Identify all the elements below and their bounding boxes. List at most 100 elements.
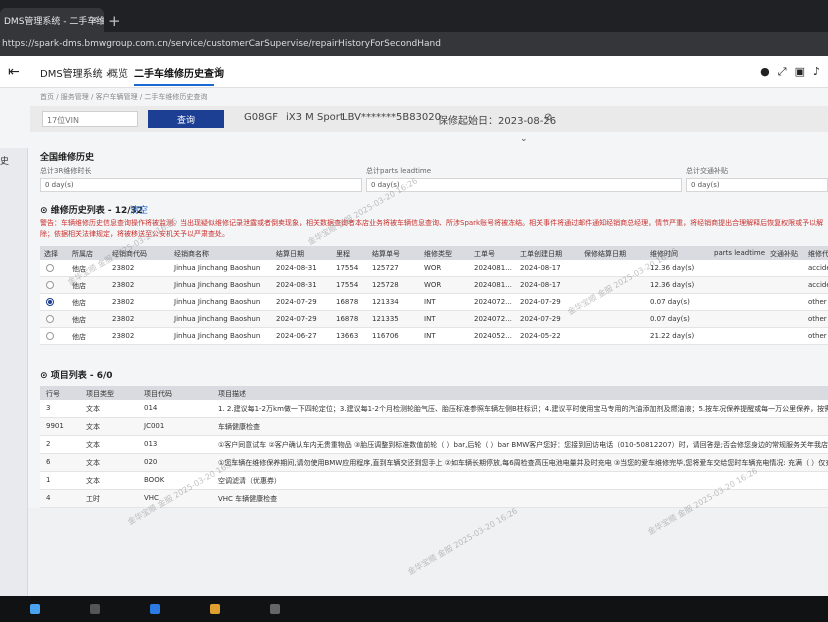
task-view-icon[interactable] [90, 604, 100, 614]
item-type: 工时 [86, 495, 100, 503]
vin-masked: LBV*******5B83020 [342, 112, 441, 123]
table-row[interactable]: 4 工时 VHC VHC 车辆健康检查 [40, 490, 828, 508]
row-dealer-code: 23802 [112, 298, 135, 306]
windows-start-icon[interactable] [30, 604, 40, 614]
table-row[interactable]: 1 文本 BOOK 空调滤清（优惠券） [40, 472, 828, 490]
row-dealer-name: Jinhua Jinchang Baoshun [174, 332, 261, 340]
row-repair-time: 0.07 day(s) [650, 298, 690, 306]
item-code: BOOK [144, 476, 165, 484]
warranty-start: 保修起始日：2023-08-26 [438, 116, 557, 127]
col-repair-time[interactable]: 维修时间 [650, 249, 678, 259]
row-dealer-name: Jinhua Jinchang Baoshun [174, 264, 261, 272]
collapse-menu-icon[interactable]: ⇤ [8, 64, 20, 80]
col-dealer-code[interactable]: 经销商代码 [112, 249, 147, 259]
col-repair-type[interactable]: 维修类型 [424, 249, 452, 259]
book-icon[interactable]: ▣ [795, 65, 805, 79]
folder-taskbar-icon[interactable] [210, 604, 220, 614]
col-mileage[interactable]: 里程 [336, 249, 350, 259]
col-wo-date[interactable]: 工单创建日期 [520, 249, 562, 259]
row-repair-time: 12.36 day(s) [650, 281, 695, 289]
breadcrumb: 首页 / 服务管理 / 客户车辆管理 / 二手车维修历史查询 [40, 93, 208, 101]
tab-repair-history[interactable]: 二手车维修历史查询 [134, 65, 224, 80]
stat-label-subsidy: 总计交通补贴 [686, 167, 728, 175]
table-row[interactable]: 他店 23802 Jinhua Jinchang Baoshun 2024-08-31… [40, 260, 828, 277]
row-repair-type: INT [424, 298, 436, 306]
col-subsidy[interactable]: 交通补贴 [770, 249, 798, 259]
app-taskbar-icon[interactable] [270, 604, 280, 614]
model-name: iX3 M Sport [286, 112, 344, 123]
row-dealer-name: Jinhua Jinchang Baoshun [174, 281, 261, 289]
row-select-radio[interactable] [46, 281, 54, 289]
screen-photo: DMS管理系统 - 二手车维修历 × + https://spark-dms.b… [0, 0, 828, 622]
col-item-type[interactable]: 项目类型 [86, 389, 114, 399]
address-bar[interactable]: https://spark-dms.bmwgroup.com.cn/servic… [0, 32, 828, 56]
fullscreen-icon[interactable]: ⤢ [778, 65, 787, 79]
row-wo-date: 2024-05-22 [520, 332, 561, 340]
expand-chevron-icon[interactable]: ⌄ [520, 134, 528, 144]
table-row[interactable]: 他店 23802 Jinhua Jinchang Baoshun 2024-06-27… [40, 328, 828, 345]
national-history-title: 全国维修历史 [40, 153, 95, 163]
tab-close-icon[interactable]: × [90, 13, 99, 26]
row-select-radio[interactable] [46, 264, 54, 272]
item-desc: ①您车辆在维修保养期间,请勿使用BMW应用程序,直到车辆交还到您手上 ②如车辆长… [218, 459, 828, 467]
row-store: 他店 [72, 333, 86, 341]
clear-link[interactable]: 清空 [130, 203, 148, 216]
col-dealer-name[interactable]: 经销商名称 [174, 249, 209, 259]
row-settle-no: 121335 [372, 315, 399, 323]
left-side-strip: 史 [0, 148, 28, 596]
item-list-title-text: 项目列表 - 6/0 [50, 371, 113, 381]
browser-taskbar-icon[interactable] [150, 604, 160, 614]
tab-overview[interactable]: 概览 [108, 65, 128, 80]
browser-tab[interactable]: DMS管理系统 - 二手车维修历 [0, 8, 104, 32]
table-row[interactable]: 6 文本 020 ①您车辆在维修保养期间,请勿使用BMW应用程序,直到车辆交还到您手上… [40, 454, 828, 472]
stat-value-3r: 0 day(s) [40, 178, 362, 192]
query-button[interactable]: 查询 [148, 110, 224, 128]
item-desc: 空调滤清（优惠券） [218, 477, 281, 485]
table-row[interactable]: 他店 23802 Jinhua Jinchang Baoshun 2024-07-29… [40, 294, 828, 311]
table-row[interactable]: 他店 23802 Jinhua Jinchang Baoshun 2024-07-29… [40, 311, 828, 328]
table-row[interactable]: 2 文本 013 ①客户同意试车 ②客户确认车内无贵重物品 ③胎压调整到标准数值前轮（… [40, 436, 828, 454]
col-warranty-date[interactable]: 保修结算日期 [584, 249, 626, 259]
new-tab-icon[interactable]: + [108, 12, 121, 30]
vin-input[interactable] [42, 111, 138, 127]
row-mileage: 16878 [336, 298, 359, 306]
tab-close-icon[interactable]: × [215, 65, 223, 75]
item-line: 6 [46, 458, 51, 466]
col-store[interactable]: 所属店 [72, 249, 93, 259]
col-settle-date[interactable]: 结算日期 [276, 249, 304, 259]
item-type: 文本 [86, 423, 100, 431]
col-wo-no[interactable]: 工单号 [474, 249, 495, 259]
browser-tabbar: DMS管理系统 - 二手车维修历 × + [0, 0, 828, 32]
col-repair-code[interactable]: 维修代 [808, 249, 828, 259]
col-parts-leadtime[interactable]: parts leadtime [714, 249, 765, 257]
row-select-radio[interactable] [46, 315, 54, 323]
row-wo-no: 2024052... [474, 332, 512, 340]
system-title[interactable]: DMS管理系统 › [40, 65, 110, 80]
col-settle-no[interactable]: 结算单号 [372, 249, 400, 259]
history-table-header: 选择 所属店 经销商代码 经销商名称 结算日期 里程 结算单号 维修类型 工单号… [40, 246, 828, 260]
item-line: 4 [46, 494, 51, 502]
table-row[interactable]: 9901 文本 JC001 车辆健康检查 [40, 418, 828, 436]
col-item-code[interactable]: 项目代码 [144, 389, 172, 399]
link-icon[interactable]: ⊘ [544, 112, 552, 123]
item-line: 1 [46, 476, 51, 484]
row-dealer-code: 23802 [112, 281, 135, 289]
row-select-radio[interactable] [46, 298, 54, 306]
table-row[interactable]: 3 文本 014 1. 2.建议每1-2万km做一下四轮定位；3.建议每1-2个月检测… [40, 400, 828, 418]
row-settle-date: 2024-07-29 [276, 315, 317, 323]
item-line: 2 [46, 440, 51, 448]
item-line: 3 [46, 404, 51, 412]
row-settle-no: 116706 [372, 332, 399, 340]
bell-icon[interactable]: ♪ [813, 65, 820, 79]
row-repair-code: other [808, 315, 827, 323]
row-mileage: 13663 [336, 332, 359, 340]
table-row[interactable]: 他店 23802 Jinhua Jinchang Baoshun 2024-08-31… [40, 277, 828, 294]
row-repair-time: 12.36 day(s) [650, 264, 695, 272]
col-line[interactable]: 行号 [46, 389, 60, 399]
row-select-radio[interactable] [46, 332, 54, 340]
col-item-desc[interactable]: 项目描述 [218, 389, 246, 399]
item-line: 9901 [46, 422, 64, 430]
row-repair-type: INT [424, 315, 436, 323]
info-icon[interactable]: ● [760, 65, 770, 79]
item-code: JC001 [144, 422, 165, 430]
